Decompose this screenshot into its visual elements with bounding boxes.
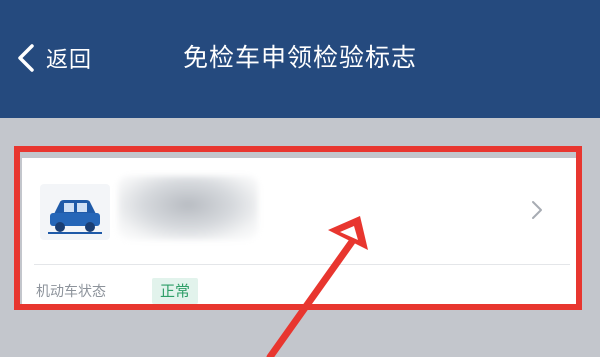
card-divider (34, 264, 570, 265)
page-title: 免检车申领检验标志 (182, 43, 417, 72)
vehicle-status-label: 机动车状态 (36, 284, 106, 300)
top-nav-bar: 返回 免检车申领检验标志 (0, 0, 600, 118)
status-badge: 正常 (152, 278, 199, 304)
car-icon (40, 184, 110, 240)
chevron-right-icon[interactable] (528, 198, 546, 222)
license-plate-blurred (118, 176, 258, 240)
